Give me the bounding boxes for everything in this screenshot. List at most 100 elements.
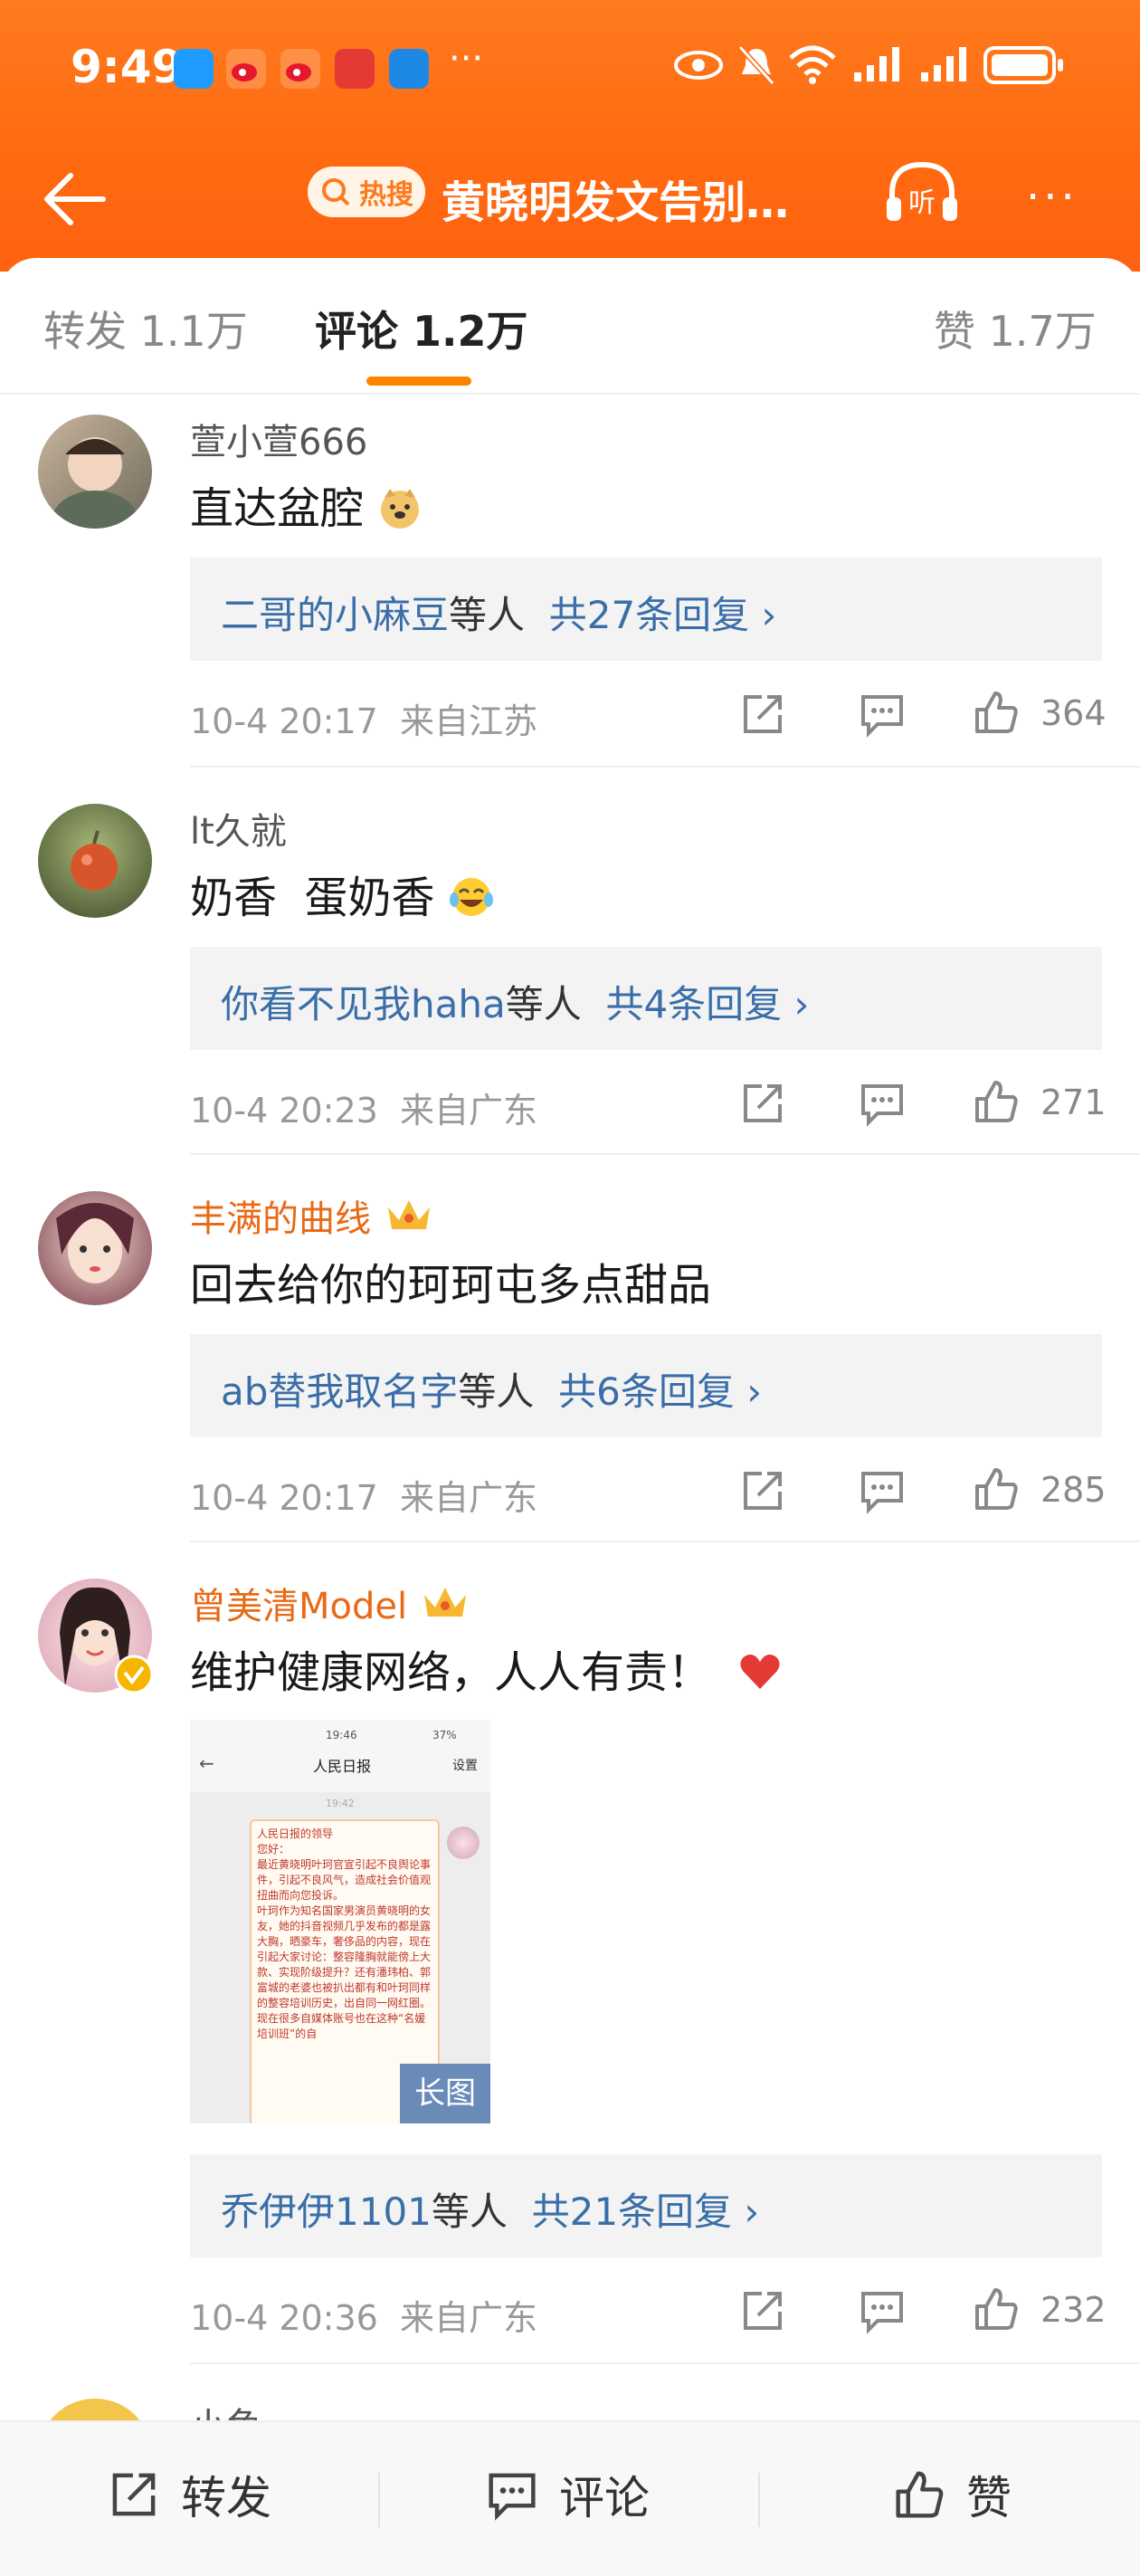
share-icon[interactable] bbox=[738, 1466, 787, 1515]
comment-time: 10-4 20:36 bbox=[190, 2298, 378, 2338]
reply-preview[interactable]: 乔伊伊1101等人 共21条回复 › bbox=[190, 2154, 1102, 2257]
crown-badge-icon bbox=[423, 1588, 466, 1617]
headphones-icon[interactable]: 听 bbox=[883, 157, 961, 230]
status-time: 9:49 bbox=[71, 41, 184, 93]
weibo-icon bbox=[226, 49, 266, 89]
shot-avatar bbox=[447, 1827, 480, 1859]
hot-search-label: 热搜 bbox=[359, 179, 413, 211]
comment-location: 来自江苏 bbox=[400, 701, 538, 741]
battery-icon bbox=[983, 46, 1063, 84]
share-icon[interactable] bbox=[738, 690, 787, 739]
comment-button[interactable]: 评论 bbox=[485, 2458, 650, 2531]
weibo-icon-2 bbox=[280, 49, 320, 89]
like-count: 271 bbox=[1040, 1083, 1107, 1122]
like-button[interactable]: 赞 bbox=[892, 2458, 1012, 2531]
share-icon[interactable] bbox=[738, 2286, 787, 2335]
comment-time: 10-4 20:17 bbox=[190, 701, 378, 741]
more-notifications-icon: ··· bbox=[449, 38, 484, 80]
app-header: 9:49 ··· 热搜 黄晓明发文告别… 听 ··· bbox=[0, 0, 1140, 272]
shot-settings: 设置 bbox=[452, 1759, 478, 1773]
heart-emoji-icon bbox=[740, 1655, 780, 1689]
reply-users: 你看不见我haha bbox=[221, 982, 506, 1026]
like-count: 364 bbox=[1040, 693, 1107, 733]
comment-meta: 10-4 20:17 来自广东 bbox=[190, 1470, 537, 1520]
like-icon[interactable] bbox=[972, 2285, 1021, 2333]
comment-divider bbox=[190, 1153, 1140, 1155]
comment-username[interactable]: lt久就 bbox=[190, 802, 287, 854]
crown-badge-icon bbox=[387, 1200, 430, 1229]
laugh-cry-emoji-icon bbox=[449, 878, 493, 916]
page-title: 黄晓明发文告别… bbox=[442, 177, 790, 228]
repost-button[interactable]: 转发 bbox=[107, 2458, 271, 2531]
comment-icon[interactable] bbox=[858, 1079, 907, 1128]
like-icon bbox=[896, 2471, 944, 2518]
comment-time: 10-4 20:23 bbox=[190, 1091, 378, 1131]
shot-title: 人民日报 bbox=[313, 1758, 372, 1775]
comment-time: 10-4 20:17 bbox=[190, 1478, 378, 1518]
comment-text-body: 维护健康网络，人人有责！ bbox=[190, 1647, 712, 1698]
comment-text: 维护健康网络，人人有责！ bbox=[190, 1636, 783, 1700]
chevron-right-icon: › bbox=[746, 1369, 763, 1414]
shot-time: 19:46 bbox=[326, 1729, 357, 1741]
comment-location: 来自广东 bbox=[400, 2298, 538, 2338]
reply-users: 二哥的小麻豆 bbox=[221, 593, 450, 637]
status-bar: 9:49 ··· bbox=[0, 36, 1140, 109]
tab-comments[interactable]: 评论 1.2万 bbox=[315, 299, 528, 358]
hot-search-badge[interactable]: 热搜 bbox=[308, 167, 425, 217]
like-icon[interactable] bbox=[972, 688, 1021, 737]
shot-message-text: 人民日报的领导 您好： 最近黄晓明叶珂官宣引起不良舆论事件，引起不良风气，造成社… bbox=[257, 1827, 432, 2040]
mute-bell-icon bbox=[737, 44, 775, 86]
comment-username[interactable]: 曾美清Model bbox=[190, 1577, 471, 1629]
active-tab-indicator bbox=[366, 377, 471, 386]
comment-icon[interactable] bbox=[858, 1466, 907, 1515]
more-menu-button[interactable]: ··· bbox=[1026, 172, 1078, 223]
comment-label: 评论 bbox=[559, 2472, 650, 2524]
avatar[interactable] bbox=[38, 1191, 152, 1305]
reply-users: 乔伊伊1101 bbox=[221, 2190, 432, 2234]
avatar[interactable] bbox=[38, 804, 152, 918]
back-arrow-icon[interactable] bbox=[40, 163, 112, 235]
comment-text-body: 奶香 蛋奶香 bbox=[190, 873, 435, 923]
comment-icon[interactable] bbox=[858, 2286, 907, 2335]
app-notification-icon-2 bbox=[389, 49, 429, 89]
like-icon[interactable] bbox=[972, 1465, 1021, 1513]
message-app-icon bbox=[174, 49, 214, 89]
comment-meta: 10-4 20:36 来自广东 bbox=[190, 2290, 537, 2340]
comment-meta: 10-4 20:23 来自广东 bbox=[190, 1083, 537, 1132]
reply-preview[interactable]: 二哥的小麻豆等人 共27条回复 › bbox=[190, 558, 1102, 661]
comment-meta: 10-4 20:17 来自江苏 bbox=[190, 693, 537, 743]
reply-preview[interactable]: ab替我取名字等人 共6条回复 › bbox=[190, 1334, 1102, 1437]
comment-username[interactable]: 丰满的曲线 bbox=[190, 1189, 435, 1242]
comment-icon[interactable] bbox=[858, 690, 907, 739]
comment-image[interactable]: 19:46 37% ← 人民日报 设置 19:42 人民日报的领导 您好： 最近… bbox=[190, 1720, 490, 2123]
chevron-right-icon: › bbox=[744, 2190, 760, 2234]
tab-likes[interactable]: 赞 1.7万 bbox=[934, 299, 1097, 358]
listen-label: 听 bbox=[908, 187, 936, 219]
app-notification-icon bbox=[335, 49, 375, 89]
divider bbox=[378, 2473, 380, 2527]
comment-location: 来自广东 bbox=[400, 1091, 538, 1131]
comment-text: 直达盆腔 bbox=[190, 472, 423, 536]
avatar[interactable] bbox=[38, 415, 152, 529]
bottom-action-bar: 转发 评论 赞 bbox=[0, 2420, 1140, 2576]
share-icon[interactable] bbox=[738, 1079, 787, 1128]
reply-users: ab替我取名字 bbox=[221, 1369, 459, 1414]
reply-suffix: 等人 bbox=[431, 2190, 508, 2234]
like-count: 285 bbox=[1040, 1470, 1107, 1510]
reply-preview[interactable]: 你看不见我haha等人 共4条回复 › bbox=[190, 947, 1102, 1050]
comment-text: 奶香 蛋奶香 bbox=[190, 862, 494, 925]
reply-suffix: 等人 bbox=[505, 982, 582, 1026]
comment-username-text: 曾美清Model bbox=[190, 1586, 408, 1627]
like-icon[interactable] bbox=[972, 1077, 1021, 1126]
reply-count: 共27条回复 bbox=[548, 593, 750, 637]
search-icon bbox=[322, 178, 350, 206]
tab-repost[interactable]: 转发 1.1万 bbox=[43, 299, 248, 358]
comment-username[interactable]: 萱小萱666 bbox=[190, 413, 367, 465]
eye-icon bbox=[674, 51, 723, 80]
shot-msg-time: 19:42 bbox=[326, 1798, 355, 1809]
shot-battery: 37% bbox=[432, 1729, 457, 1741]
tab-bar: 转发 1.1万 评论 1.2万 赞 1.7万 bbox=[0, 272, 1140, 389]
comment-text: 回去给你的珂珂屯多点甜品 bbox=[190, 1260, 712, 1311]
reply-count: 共4条回复 bbox=[605, 982, 783, 1026]
comment-username-text: 丰满的曲线 bbox=[190, 1198, 371, 1240]
